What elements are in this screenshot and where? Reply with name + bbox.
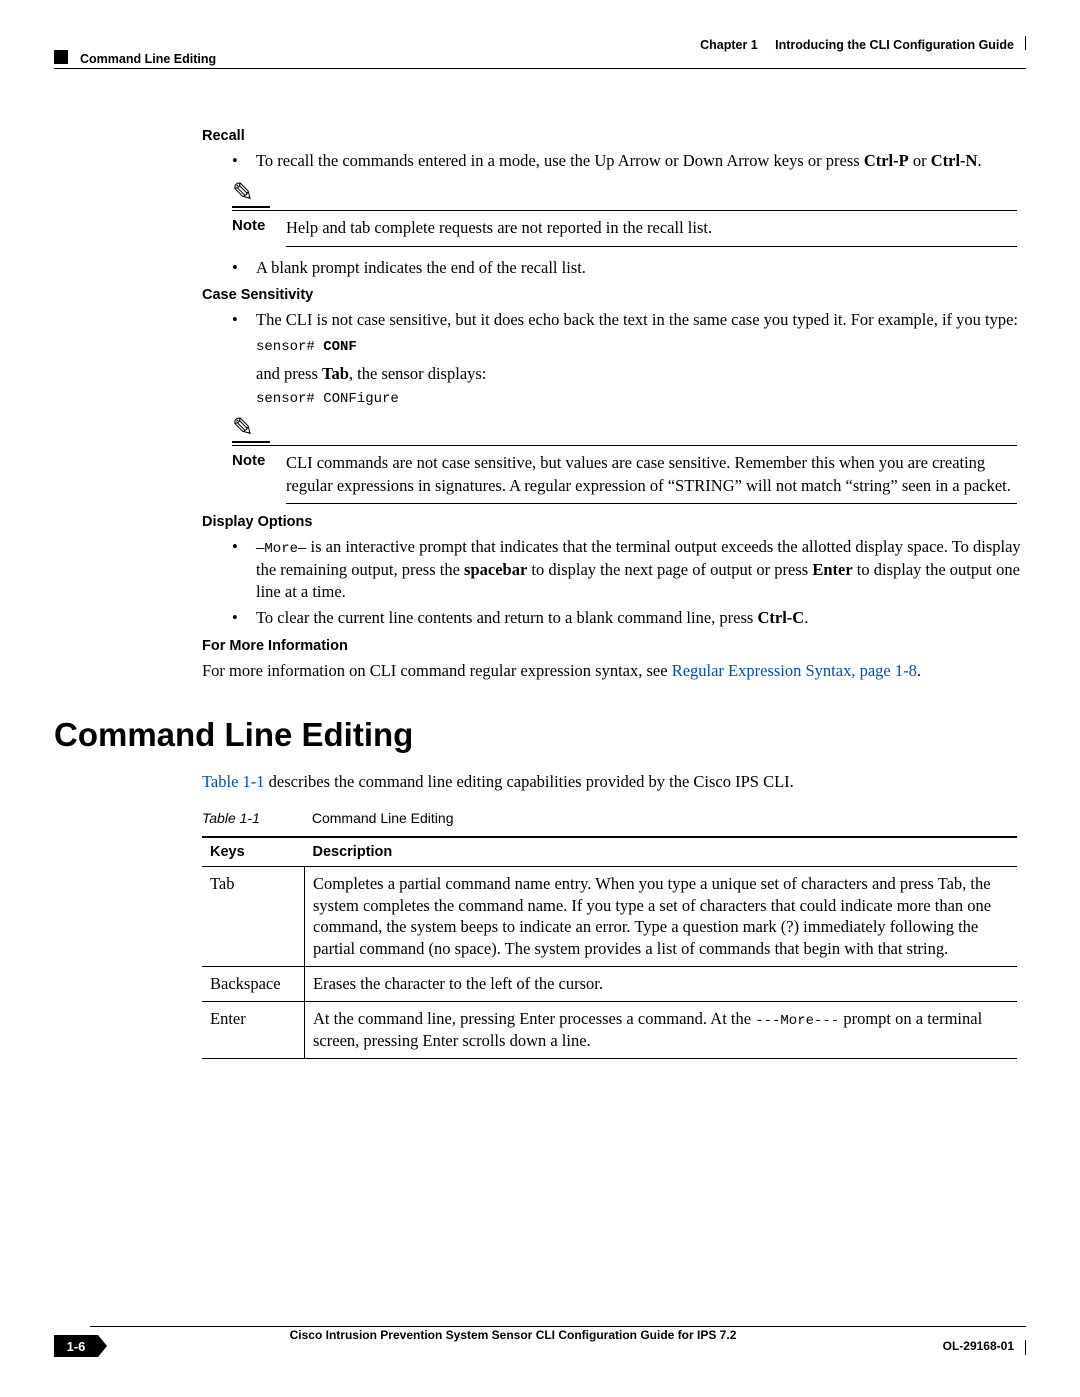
case-list: The CLI is not case sensitive, but it do… <box>232 309 1026 331</box>
note-icon: ✎ <box>232 415 270 443</box>
table-row: Backspace Erases the character to the le… <box>202 966 1017 1001</box>
code-sample: sensor# CONF <box>256 339 1026 355</box>
doc-number: OL-29168-01 <box>943 1339 1014 1353</box>
section-marker-icon <box>54 50 68 64</box>
code-sample: sensor# CONFigure <box>256 391 1026 407</box>
header-divider <box>1025 36 1026 50</box>
table-intro: Table 1-1 describes the command line edi… <box>202 772 1026 792</box>
table-caption: Table 1-1Command Line Editing <box>202 810 1026 826</box>
page-number-box: 1-6 <box>54 1335 98 1357</box>
note-icon: ✎ <box>232 180 270 208</box>
list-item: A blank prompt indicates the end of the … <box>232 257 1026 279</box>
table-row: Tab Completes a partial command name ent… <box>202 866 1017 966</box>
chapter-title: Introducing the CLI Configuration Guide <box>775 38 1014 52</box>
paragraph: and press Tab, the sensor displays: <box>256 363 1026 385</box>
note-block: Note Help and tab complete requests are … <box>232 210 1017 239</box>
heading-recall: Recall <box>202 128 1026 144</box>
section-label: Command Line Editing <box>80 52 216 66</box>
list-item: To recall the commands entered in a mode… <box>232 150 1026 172</box>
display-list: —More— is an interactive prompt that ind… <box>232 536 1026 630</box>
footer-title: Cisco Intrusion Prevention System Sensor… <box>0 1328 1026 1342</box>
note-label: Note <box>232 217 286 239</box>
recall-list: To recall the commands entered in a mode… <box>232 150 1026 172</box>
footer-rule <box>90 1326 1026 1328</box>
col-desc: Description <box>305 837 1018 867</box>
list-item: The CLI is not case sensitive, but it do… <box>232 309 1026 331</box>
note-rule <box>286 246 1017 247</box>
note-rule <box>286 503 1017 504</box>
note-text: CLI commands are not case sensitive, but… <box>286 452 1017 497</box>
note-text: Help and tab complete requests are not r… <box>286 217 1017 239</box>
regex-syntax-link[interactable]: Regular Expression Syntax, page 1-8 <box>672 661 917 680</box>
list-item: To clear the current line contents and r… <box>232 607 1026 629</box>
col-keys: Keys <box>202 837 305 867</box>
running-header: Chapter 1 Introducing the CLI Configurat… <box>700 38 1014 52</box>
chapter-prefix: Chapter 1 <box>700 38 758 52</box>
header-rule <box>54 68 1026 69</box>
heading-cle: Command Line Editing <box>54 716 1026 754</box>
table-row: Enter At the command line, pressing Ente… <box>202 1001 1017 1058</box>
page-number-arrow-icon <box>98 1335 107 1357</box>
heading-case: Case Sensitivity <box>202 287 1026 303</box>
recall-list-2: A blank prompt indicates the end of the … <box>232 257 1026 279</box>
page: Chapter 1 Introducing the CLI Configurat… <box>0 0 1080 1397</box>
footer-divider <box>1025 1340 1027 1355</box>
note-label: Note <box>232 452 286 497</box>
cli-editing-table: Keys Description Tab Completes a partial… <box>202 836 1017 1059</box>
table-ref-link[interactable]: Table 1-1 <box>202 772 265 791</box>
table-header-row: Keys Description <box>202 837 1017 867</box>
body: Recall To recall the commands entered in… <box>54 120 1026 1059</box>
note-block: Note CLI commands are not case sensitive… <box>232 445 1017 497</box>
heading-display: Display Options <box>202 514 1026 530</box>
paragraph: For more information on CLI command regu… <box>202 660 1026 682</box>
heading-moreinfo: For More Information <box>202 638 1026 654</box>
list-item: —More— is an interactive prompt that ind… <box>232 536 1026 603</box>
